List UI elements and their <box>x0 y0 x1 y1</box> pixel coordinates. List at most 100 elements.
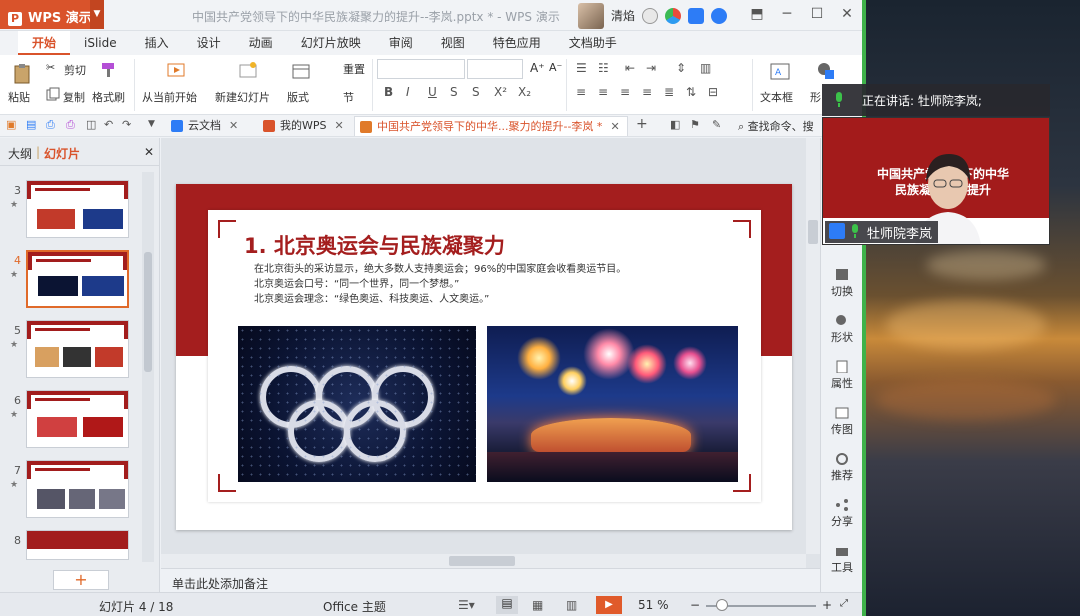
cloud-sync-icon[interactable] <box>688 7 705 24</box>
bold-icon[interactable]: B <box>384 85 393 99</box>
font-size-select[interactable] <box>467 59 523 79</box>
slide-thumb-5[interactable]: 5 ★ <box>0 320 140 382</box>
export-icon[interactable]: ⎙ <box>46 118 55 132</box>
panel-scrollbar[interactable] <box>142 172 154 562</box>
open-icon[interactable]: ▣ <box>6 118 16 131</box>
align-left-icon[interactable]: ≡ <box>576 85 586 99</box>
slide-body-text[interactable]: 在北京街头的采访显示，绝大多数人支持奥运会；96%的中国家庭会收看奥运节目。 北… <box>254 262 626 307</box>
slide-thumbnail[interactable] <box>26 320 129 378</box>
minimize-button[interactable]: ─ <box>772 0 802 29</box>
section-button[interactable]: 节 <box>343 89 354 105</box>
speaker-video[interactable]: 中国共产党领导下的中华民族凝聚力的提升 牡师院李岚 <box>822 117 1050 245</box>
notes-toggle-icon[interactable]: ☰▾ <box>458 598 475 612</box>
slide-thumbnail[interactable] <box>26 180 129 238</box>
new-slide-icon[interactable] <box>238 61 258 81</box>
font-name-select[interactable] <box>377 59 465 79</box>
editor-vertical-scrollbar[interactable] <box>806 138 820 554</box>
tab-slideshow[interactable]: 幻灯片放映 <box>287 31 375 55</box>
align-right-icon[interactable]: ≡ <box>620 85 630 99</box>
tab-my-wps[interactable]: 我的WPS ✕ <box>258 116 352 136</box>
fit-window-icon[interactable]: ⤢ <box>840 598 848 609</box>
layout-button[interactable]: 版式 <box>287 89 309 105</box>
app-menu-button[interactable]: P WPS 演示 ▼ <box>0 0 104 29</box>
tools-icon[interactable]: ✎ <box>712 118 721 131</box>
new-slide-button[interactable]: 新建幻灯片 <box>215 89 270 105</box>
maximize-button[interactable]: ☐ <box>802 0 832 29</box>
new-tab-icon[interactable]: + <box>636 116 648 132</box>
slide-thumbnail[interactable] <box>26 460 129 518</box>
tab-home[interactable]: 开始 <box>18 31 71 55</box>
subscript-icon[interactable]: X₂ <box>518 85 531 99</box>
tab-cloud-docs[interactable]: 云文档 ✕ <box>166 116 254 136</box>
slide-thumb-7[interactable]: 7 ★ <box>0 460 140 522</box>
slide-thumbnail-selected[interactable] <box>26 250 129 308</box>
current-slide[interactable]: 1. 北京奥运会与民族凝聚力 在北京街头的采访显示，绝大多数人支持奥运会；96%… <box>176 184 792 530</box>
recommend-button[interactable]: 推荐 <box>821 452 863 483</box>
paste-icon[interactable] <box>12 63 32 85</box>
tab-slides[interactable]: 幻灯片 <box>44 145 80 162</box>
redo-icon[interactable]: ↷ <box>122 118 131 131</box>
tab-doc-assistant[interactable]: 文档助手 <box>555 31 631 55</box>
tab-outline[interactable]: 大纲 <box>8 145 32 162</box>
reset-button[interactable]: 重置 <box>343 61 365 77</box>
textbox-button[interactable]: 文本框 <box>760 89 793 105</box>
slide-thumb-4[interactable]: 4 ★ <box>0 250 140 312</box>
user-name[interactable]: 清焰 <box>611 7 635 24</box>
tab-view[interactable]: 视图 <box>427 31 479 55</box>
theme-name[interactable]: Office 主题 <box>323 598 386 615</box>
slideshow-play-icon[interactable]: ▶ <box>596 596 622 614</box>
copy-icon[interactable] <box>46 87 60 101</box>
gear-icon[interactable] <box>642 7 659 24</box>
format-painter-icon[interactable] <box>100 61 118 79</box>
from-current-button[interactable]: 从当前开始 <box>142 89 197 105</box>
clothes-icon[interactable]: ⚑ <box>690 118 700 131</box>
skin-icon[interactable] <box>665 7 682 24</box>
justify-icon[interactable]: ≡ <box>642 85 652 99</box>
tab-current-document[interactable]: 中国共产党领导下的中华...聚力的提升--李岚 * ✕ <box>354 116 628 136</box>
close-panel-icon[interactable]: ✕ <box>144 145 154 159</box>
underline-icon[interactable]: U <box>428 85 437 99</box>
strikethrough-icon[interactable]: S <box>450 85 458 99</box>
zoom-slider-handle[interactable] <box>716 599 728 611</box>
help-icon[interactable] <box>711 7 728 24</box>
birds-nest-fireworks-image[interactable] <box>487 326 738 482</box>
play-from-current-icon[interactable] <box>166 61 186 81</box>
editor-horizontal-scrollbar[interactable] <box>161 554 806 568</box>
layout-icon[interactable] <box>292 63 310 81</box>
restore-ribbon-icon[interactable]: ⬒ <box>742 0 772 29</box>
close-icon[interactable]: ✕ <box>335 119 344 132</box>
tab-design[interactable]: 设计 <box>183 31 235 55</box>
tab-features[interactable]: 特色应用 <box>479 31 555 55</box>
normal-view-icon[interactable]: ▤ <box>496 596 518 614</box>
comment-icon[interactable]: ◧ <box>670 118 680 131</box>
shadow-icon[interactable]: S <box>472 85 480 99</box>
tab-review[interactable]: 审阅 <box>375 31 427 55</box>
preview-icon[interactable]: ◫ <box>86 118 96 131</box>
columns-icon[interactable]: ▥ <box>700 61 711 75</box>
slide-title[interactable]: 1. 北京奥运会与民族凝聚力 <box>244 230 505 260</box>
olympic-rings-image[interactable] <box>238 326 476 482</box>
cut-icon[interactable]: ✂ <box>46 61 55 74</box>
superscript-icon[interactable]: X² <box>494 85 507 99</box>
shape-icon[interactable] <box>816 61 836 81</box>
align-center-icon[interactable]: ≡ <box>598 85 608 99</box>
print-icon[interactable]: ⎙ <box>66 118 75 132</box>
command-search[interactable]: ⌕ 查找命令、搜 <box>738 118 814 134</box>
close-button[interactable]: ✕ <box>832 0 862 29</box>
font-shrink-icon[interactable]: A⁻ <box>549 61 562 74</box>
undo-icon[interactable]: ↶ <box>104 118 113 131</box>
italic-icon[interactable]: I <box>406 85 410 99</box>
avatar[interactable] <box>578 2 604 29</box>
slide-thumbnail[interactable] <box>26 530 129 560</box>
paste-button[interactable]: 粘贴 <box>8 89 30 105</box>
slide-thumbnail[interactable] <box>26 390 129 448</box>
zoom-in-icon[interactable]: + <box>822 598 832 612</box>
copy-button[interactable]: 复制 <box>63 89 85 105</box>
numbering-icon[interactable]: ☷ <box>598 61 609 75</box>
close-icon[interactable]: ✕ <box>610 120 619 133</box>
tab-insert[interactable]: 插入 <box>131 31 183 55</box>
format-painter-button[interactable]: 格式刷 <box>92 89 125 105</box>
properties-button[interactable]: 属性 <box>821 360 863 391</box>
send-image-button[interactable]: 传图 <box>821 406 863 437</box>
distribute-icon[interactable]: ≣ <box>664 85 674 99</box>
